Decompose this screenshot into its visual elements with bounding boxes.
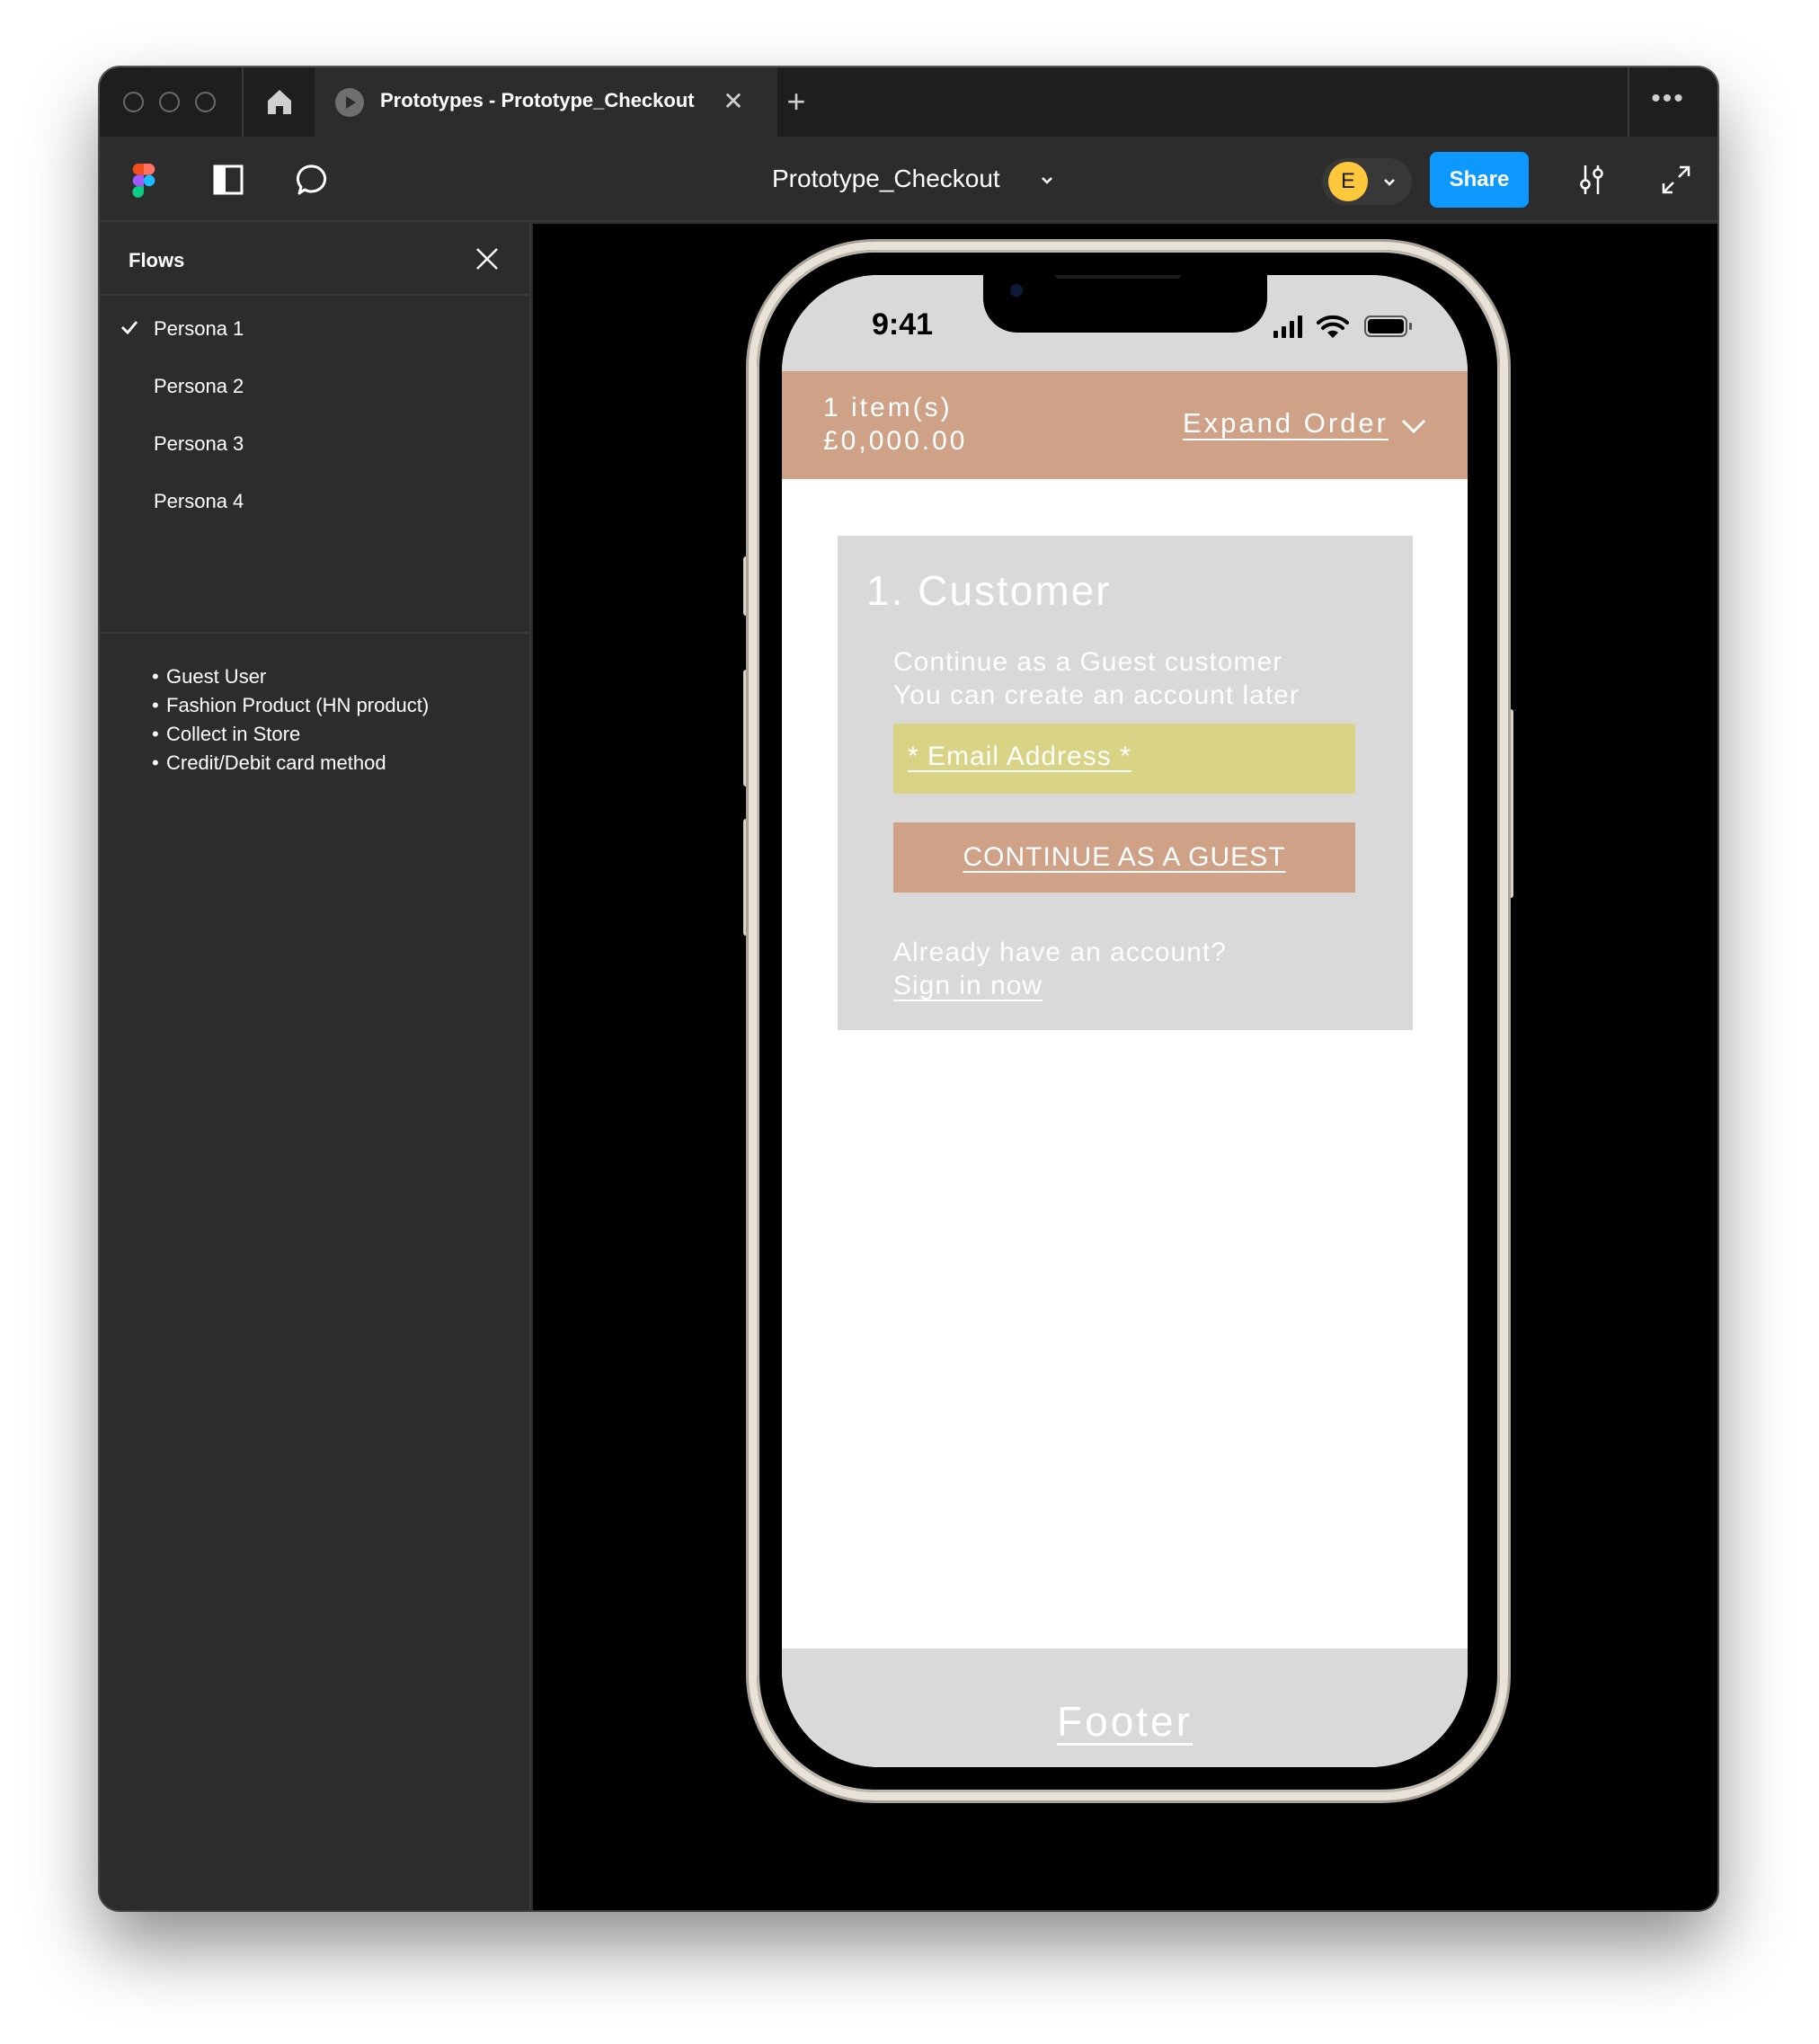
tab-title: Prototypes - Prototype_Checkout [380,89,695,111]
avatar: E [1328,162,1368,201]
footer-link[interactable]: Footer [782,1697,1468,1746]
more-options-icon[interactable]: ••• [1646,84,1690,120]
flow-label: Persona 3 [154,432,244,455]
list-item: • Credit/Debit card method [152,751,386,774]
camera-icon [1010,284,1023,297]
fullscreen-icon[interactable] [1658,162,1694,198]
comment-icon[interactable] [296,163,330,197]
chevron-down-icon[interactable] [1038,171,1056,189]
order-summary-bar: 1 item(s) £0,000.00 Expand Order [782,371,1468,479]
list-item: • Guest User [152,665,267,688]
flows-sidebar: Flows Persona 1 Persona 2 Persona 3 Pers… [100,224,531,1910]
checkmark-icon [121,321,138,335]
flow-item-persona-3[interactable]: Persona 3 [100,414,529,472]
sidebar-divider [100,632,529,634]
guest-subtitle-line1: Continue as a Guest customer [893,647,1283,677]
sidebar-toggle-icon[interactable] [212,164,244,196]
tab-divider [242,67,244,137]
chevron-down-icon [1384,179,1395,186]
close-tab-icon[interactable]: ✕ [718,86,749,117]
chevron-down-icon[interactable] [1400,416,1427,436]
file-title[interactable]: Prototype_Checkout [772,164,1000,193]
guest-subtitle-line2: You can create an account later [893,680,1300,710]
home-icon[interactable] [263,85,296,118]
list-item: • Collect in Store [152,723,301,745]
tab-bar: Prototypes - Prototype_Checkout ✕ + ••• [100,67,1717,137]
status-icons [1273,315,1412,338]
section-title: 1. Customer [866,567,1112,614]
tab-divider [1628,67,1629,137]
status-time: 9:41 [872,307,934,342]
flow-description: • Guest User • Fashion Product (HN product… [152,662,429,778]
flow-label: Persona 1 [154,317,244,340]
flow-item-persona-4[interactable]: Persona 4 [100,472,529,529]
list-item: • Fashion Product (HN product) [152,694,430,716]
expand-order-link[interactable]: Expand Order [1183,407,1389,440]
window-controls [123,92,216,112]
page-footer: Footer [782,1649,1468,1767]
settings-sliders-icon[interactable] [1574,162,1610,198]
status-bar: 9:41 [782,275,1468,371]
share-button[interactable]: Share [1430,152,1529,208]
multiplayer-menu[interactable]: E [1322,158,1412,205]
continue-as-guest-button[interactable]: CONTINUE AS A GUEST [893,822,1355,893]
customer-section: 1. Customer Continue as a Guest customer… [838,536,1413,1030]
have-account-text: Already have an account? [893,938,1227,967]
close-window-button[interactable] [123,92,144,112]
new-tab-icon[interactable]: + [778,84,814,120]
flow-item-persona-1[interactable]: Persona 1 [100,299,529,357]
figma-window: Prototypes - Prototype_Checkout ✕ + ••• … [100,67,1717,1910]
notch [983,275,1267,333]
phone-screen: 9:41 1 item(s) £0,000.00 Expand Order 1.… [782,275,1468,1767]
play-icon [335,88,364,117]
zoom-window-button[interactable] [195,92,216,112]
battery-icon [1364,315,1412,337]
speaker-grille [1055,275,1181,279]
flow-item-persona-2[interactable]: Persona 2 [100,357,529,414]
sidebar-title: Flows [129,249,185,271]
email-field[interactable]: * Email Address * [893,724,1355,794]
sidebar-header: Flows [100,224,529,296]
prototype-canvas: 9:41 1 item(s) £0,000.00 Expand Order 1.… [533,224,1717,1910]
email-placeholder: * Email Address * [908,742,1131,771]
phone-frame: 9:41 1 item(s) £0,000.00 Expand Order 1.… [749,242,1508,1800]
cellular-signal-icon [1273,315,1302,338]
flow-list: Persona 1 Persona 2 Persona 3 Persona 4 [100,299,529,529]
figma-logo-icon[interactable] [132,164,155,198]
order-total: £0,000.00 [823,426,968,456]
wifi-icon [1317,315,1349,338]
order-item-count: 1 item(s) [823,393,953,422]
flow-label: Persona 2 [154,375,244,397]
prototype-toolbar: Prototype_Checkout E Share [100,137,1717,222]
flow-label: Persona 4 [154,490,244,512]
close-icon[interactable] [472,244,502,274]
minimize-window-button[interactable] [159,92,180,112]
sign-in-link[interactable]: Sign in now [893,971,1043,1001]
